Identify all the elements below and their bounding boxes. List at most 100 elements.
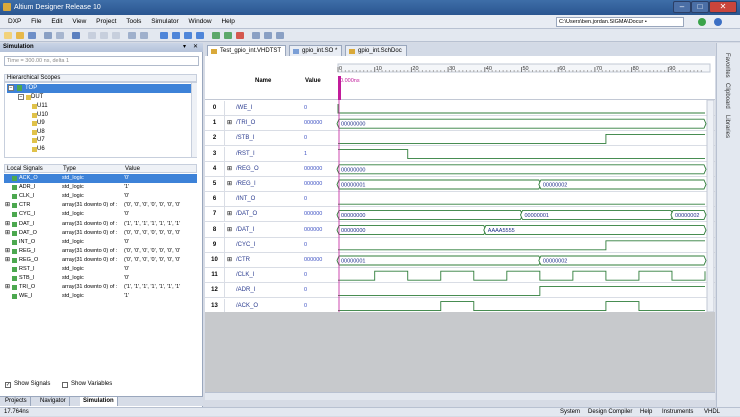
ruler-tick-label: 90 — [669, 66, 675, 72]
signal-row[interactable]: ADR_I std_logic '1' — [4, 183, 197, 192]
zoom-fit-icon[interactable] — [276, 32, 284, 39]
tree-scrollbar[interactable] — [191, 83, 197, 157]
doc-tab-waveform[interactable]: gpio_int.SO * — [289, 45, 343, 56]
bus-value-label: 00000000 — [341, 167, 365, 173]
time-field[interactable]: Time = 300.00 ns, delta 1 — [4, 56, 199, 66]
cut-icon[interactable] — [88, 32, 96, 39]
signal-row[interactable]: ⊞ REG_O array(31 downto 0) of : ('0', '0', … — [4, 256, 197, 265]
minimize-button[interactable]: – — [673, 1, 691, 13]
expand-icon[interactable]: ⊞ — [5, 256, 11, 265]
horizontal-scrollbar[interactable] — [205, 392, 715, 400]
bit-waveform — [338, 240, 705, 251]
menu-view[interactable]: View — [72, 18, 86, 25]
doc-tab-schematic[interactable]: gpio_int.SchDoc — [345, 45, 407, 56]
ruler-tick-label: 20 — [412, 66, 418, 72]
doc-tab-testbench[interactable]: Test_gpio_int.VHDTST — [207, 45, 287, 56]
ruler-tick-label: 80 — [633, 66, 639, 72]
tree-item-top[interactable]: TOP — [7, 84, 191, 93]
show-signals-checkbox[interactable]: ✓ — [5, 382, 11, 388]
menu-edit[interactable]: Edit — [51, 18, 62, 25]
col-value[interactable]: Value — [125, 165, 140, 173]
signal-type-icon — [12, 239, 17, 245]
expand-icon[interactable]: ⊞ — [5, 220, 11, 229]
signal-value: '1' — [124, 184, 130, 191]
favorites-tab[interactable]: Favorites — [724, 53, 730, 78]
sim-reset-icon[interactable] — [196, 32, 204, 39]
signal-row[interactable]: ⊞ TRI_O array(31 downto 0) of : ('1', '1', … — [4, 283, 197, 292]
signal-row[interactable]: ⊞ CTR array(31 downto 0) of : ('0', '0', '0… — [4, 201, 197, 210]
new-icon[interactable] — [4, 32, 12, 39]
undo-icon[interactable] — [128, 32, 136, 39]
bus-value-label: 00000002 — [543, 183, 567, 189]
save-icon[interactable] — [28, 32, 36, 39]
pin-icon[interactable]: ▾ — [183, 44, 189, 50]
hierarchical-scopes-header: Hierarchical Scopes — [4, 74, 197, 82]
tab-navigator[interactable]: Navigator — [37, 397, 70, 406]
signal-row[interactable]: CLK_I std_logic '0' — [4, 192, 197, 201]
panel-close-icon[interactable]: ✕ — [193, 44, 199, 50]
signal-row[interactable]: CYC_I std_logic '0' — [4, 210, 197, 219]
redo-icon[interactable] — [140, 32, 148, 39]
expand-icon[interactable]: ⊞ — [5, 201, 11, 210]
collapse-icon[interactable]: − — [8, 85, 14, 91]
path-field[interactable]: C:\Users\ben.jordan.SIGMA\Docur • — [556, 17, 684, 27]
bit-waveform — [338, 285, 705, 296]
signal-type: array(31 downto 0) of : — [62, 220, 118, 227]
menu-window[interactable]: Window — [189, 18, 212, 25]
bit-waveform — [338, 270, 706, 281]
menu-file[interactable]: File — [31, 18, 41, 25]
open-icon[interactable] — [16, 32, 24, 39]
col-type[interactable]: Type — [63, 165, 76, 173]
sim-step-icon[interactable] — [172, 32, 180, 39]
bit-waveform — [338, 149, 705, 160]
menu-tools[interactable]: Tools — [126, 18, 141, 25]
print-icon[interactable] — [44, 32, 52, 39]
sim-stop-icon[interactable] — [236, 32, 244, 39]
menu-simulator[interactable]: Simulator — [151, 18, 178, 25]
tree-item-u10[interactable]: U10 — [27, 111, 48, 120]
signal-row[interactable]: RST_I std_logic '0' — [4, 265, 197, 274]
maximize-button[interactable]: □ — [691, 1, 709, 13]
signal-row[interactable]: WE_I std_logic '1' — [4, 292, 197, 301]
compile-icon[interactable] — [72, 32, 80, 39]
libraries-tab[interactable]: Libraries — [724, 115, 730, 138]
sim-play-icon[interactable] — [212, 32, 220, 39]
expand-icon[interactable]: ⊞ — [5, 229, 11, 238]
col-local-signals[interactable]: Local Signals — [7, 165, 43, 173]
signal-row[interactable]: ⊞ DAT_O array(31 downto 0) of : ('0', '0', … — [4, 229, 197, 238]
waveform-viewer[interactable]: Name Value 0.000ns ns 0/WE_I01⊞/TRI_O000… — [205, 56, 715, 400]
menu-dxp[interactable]: DXP — [8, 18, 21, 25]
go-icon[interactable] — [698, 18, 706, 26]
signal-type-icon — [12, 257, 17, 263]
show-variables-checkbox[interactable] — [62, 382, 68, 388]
zoom-out-icon[interactable] — [264, 32, 272, 39]
bus-value-label: 00000001 — [341, 259, 365, 265]
signal-row[interactable]: ⊞ REG_I array(31 downto 0) of : ('0', '0', … — [4, 247, 197, 256]
expand-icon[interactable]: ⊞ — [5, 283, 11, 292]
sim-run-icon[interactable] — [160, 32, 168, 39]
signal-row[interactable]: INT_O std_logic '0' — [4, 238, 197, 247]
signal-row[interactable]: STB_I std_logic '0' — [4, 274, 197, 283]
ruler-tick-label: 60 — [559, 66, 565, 72]
tab-projects[interactable]: Projects — [2, 397, 31, 406]
web-icon[interactable] — [714, 18, 722, 26]
copy-icon[interactable] — [100, 32, 108, 39]
signal-type: array(31 downto 0) of : — [62, 284, 118, 291]
sim-forward-icon[interactable] — [224, 32, 232, 39]
close-button[interactable]: ✕ — [709, 1, 737, 13]
tab-simulation[interactable]: Simulation — [80, 397, 118, 406]
expand-icon[interactable]: ⊞ — [5, 247, 11, 256]
menu-help[interactable]: Help — [221, 18, 234, 25]
sim-step-into-icon[interactable] — [184, 32, 192, 39]
paste-icon[interactable] — [112, 32, 120, 39]
signal-row[interactable]: ⊞ DAT_I array(31 downto 0) of : ('1', '1', … — [4, 220, 197, 229]
zoom-in-icon[interactable] — [252, 32, 260, 39]
zoom-icon[interactable] — [56, 32, 64, 39]
menu-project[interactable]: Project — [96, 18, 116, 25]
empty-area — [205, 312, 715, 400]
clipboard-tab[interactable]: Clipboard — [724, 83, 730, 109]
signal-row[interactable]: ACK_O std_logic '0' — [4, 174, 197, 183]
tree-item-u11[interactable]: U11 — [27, 102, 48, 111]
collapse-icon[interactable]: − — [18, 94, 24, 100]
signal-value: '1' — [124, 293, 130, 300]
